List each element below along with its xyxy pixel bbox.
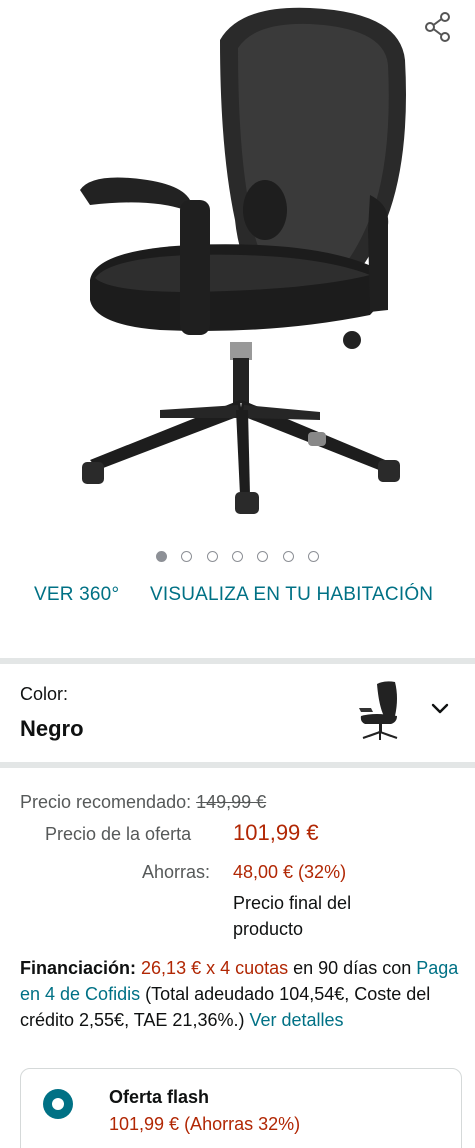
recommended-price-value: 149,99 € bbox=[196, 792, 267, 812]
carousel-dot[interactable] bbox=[308, 551, 320, 563]
financing-text: en 90 días con bbox=[288, 958, 417, 978]
chevron-down-icon[interactable] bbox=[428, 696, 452, 720]
section-divider bbox=[0, 658, 475, 664]
radio-selected-dot bbox=[52, 1098, 64, 1110]
product-image[interactable] bbox=[70, 0, 420, 525]
savings-label: Ahorras: bbox=[142, 862, 211, 882]
financing-info: Financiación: 26,13 € x 4 cuotas en 90 d… bbox=[20, 955, 460, 1033]
flash-offer-option[interactable]: Oferta flash 101,99 € (Ahorras 32%) bbox=[20, 1068, 462, 1148]
view-360-link[interactable]: VER 360° bbox=[34, 584, 119, 606]
recommended-price-row: Precio recomendado: 149,99 € bbox=[20, 792, 266, 813]
carousel-dot[interactable] bbox=[257, 551, 269, 563]
offer-price: 101,99 € (Ahorras 32%) bbox=[109, 1114, 301, 1134]
offer-price-value: 101,99 € bbox=[233, 820, 319, 845]
image-actions: VER 360° VISUALIZA EN TU HABITACIÓN bbox=[0, 584, 475, 610]
offer-radio-button[interactable] bbox=[43, 1089, 73, 1119]
savings-value: 48,00 € (32%) bbox=[233, 862, 347, 882]
final-price-note-line2: producto bbox=[233, 919, 304, 939]
carousel-dot[interactable] bbox=[155, 551, 167, 563]
section-divider bbox=[0, 762, 475, 768]
carousel-indicator bbox=[0, 548, 475, 564]
carousel-dot[interactable] bbox=[181, 551, 193, 563]
color-label: Color: bbox=[20, 684, 69, 704]
product-gallery[interactable] bbox=[0, 0, 475, 580]
color-selector[interactable]: Color: Negro bbox=[0, 666, 475, 762]
view-in-room-link[interactable]: VISUALIZA EN TU HABITACIÓN bbox=[150, 584, 433, 606]
final-price-note-line1: Precio final del bbox=[233, 893, 352, 913]
carousel-dot[interactable] bbox=[206, 551, 218, 563]
carousel-dot[interactable] bbox=[282, 551, 294, 563]
share-icon bbox=[425, 12, 450, 42]
color-value: Negro bbox=[20, 716, 84, 741]
color-swatch-thumbnail bbox=[359, 681, 398, 740]
recommended-price-label: Precio recomendado: bbox=[20, 792, 192, 812]
offer-price-label: Precio de la oferta bbox=[45, 824, 192, 844]
carousel-dot[interactable] bbox=[232, 551, 243, 563]
financing-label: Financiación: bbox=[20, 958, 137, 978]
share-button[interactable] bbox=[421, 10, 455, 44]
financing-details-link[interactable]: Ver detalles bbox=[249, 1010, 343, 1030]
financing-installments: 26,13 € x 4 cuotas bbox=[141, 958, 289, 978]
offer-title: Oferta flash bbox=[109, 1087, 210, 1107]
